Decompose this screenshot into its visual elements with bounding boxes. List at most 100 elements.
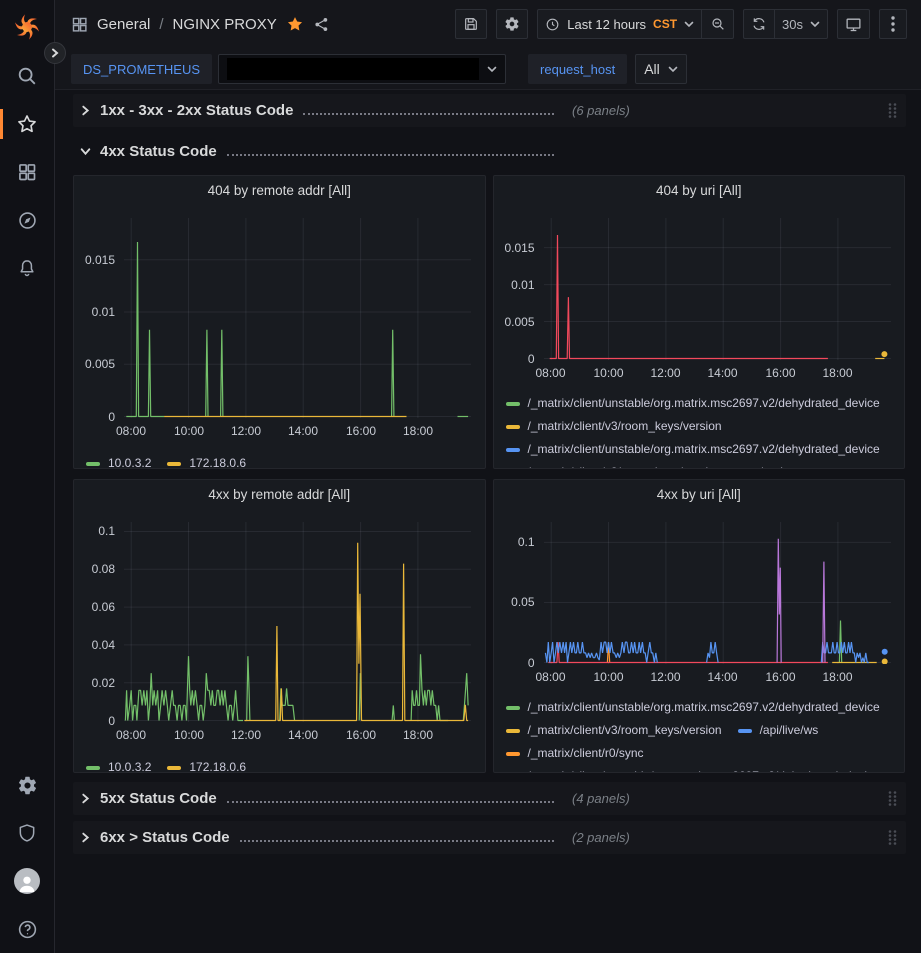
gear-icon xyxy=(17,775,38,796)
y-tick-label: 0.02 xyxy=(92,676,115,690)
legend-item[interactable]: /_matrix/client/unstable/org.matrix.msc2… xyxy=(506,696,880,719)
topbar: General / NGINX PROXY xyxy=(55,0,921,48)
y-axis: 00.0050.010.015 xyxy=(74,218,117,469)
dashboard-title[interactable]: NGINX PROXY xyxy=(173,16,277,33)
legend-color-swatch xyxy=(506,425,520,429)
dashboard-settings-button[interactable] xyxy=(496,9,528,39)
chart-svg xyxy=(544,522,891,664)
variable-label-ds-prometheus[interactable]: DS_PROMETHEUS xyxy=(71,54,212,84)
y-tick-label: 0.005 xyxy=(85,357,115,371)
legend-item[interactable]: 10.0.3.2 xyxy=(86,452,151,469)
legend-color-swatch xyxy=(506,729,520,733)
chevron-down-icon xyxy=(80,146,91,157)
legend-item[interactable]: /_matrix/client/unstable/org.matrix.msc2… xyxy=(506,392,880,415)
legend-item[interactable]: 10.0.3.2 xyxy=(86,756,151,773)
legend-item[interactable]: /_matrix/client/r0/sync xyxy=(506,742,644,765)
chevron-down-icon xyxy=(810,19,820,29)
row-drag-handle[interactable] xyxy=(887,829,898,846)
legend-color-swatch xyxy=(506,752,520,756)
panel-title[interactable]: 404 by remote addr [All] xyxy=(74,176,485,208)
legend-label: 172.18.0.6 xyxy=(189,756,246,773)
share-icon[interactable] xyxy=(313,16,330,33)
variable-label-request-host[interactable]: request_host xyxy=(528,54,627,84)
legend-item[interactable]: 172.18.0.6 xyxy=(167,756,246,773)
y-tick-label: 0.005 xyxy=(504,315,534,329)
legend-item[interactable]: /_matrix/client/unstable/org.matrix.msc2… xyxy=(506,765,880,773)
chart-plot[interactable] xyxy=(544,218,891,360)
legend-label: /_matrix/client/v3/room_keys/version xyxy=(528,415,722,438)
legend-label: /_matrix/client/unstable/org.matrix.msc2… xyxy=(528,392,880,415)
sidebar-item-dashboards[interactable] xyxy=(0,160,55,184)
chart-plot[interactable] xyxy=(124,218,471,418)
panel-title[interactable]: 404 by uri [All] xyxy=(494,176,905,208)
x-tick-label: 18:00 xyxy=(403,728,433,742)
sidebar-item-explore[interactable] xyxy=(0,208,55,232)
chevron-right-icon xyxy=(80,793,91,804)
sidebar-item-profile[interactable] xyxy=(0,869,55,893)
sidebar-item-server-admin[interactable] xyxy=(0,821,55,845)
x-axis: 08:0010:0012:0014:0016:0018:00 xyxy=(544,670,891,686)
refresh-icon xyxy=(751,16,767,32)
dashboards-breadcrumb-icon[interactable] xyxy=(71,16,88,33)
row-panel-count: (6 panels) xyxy=(572,103,630,118)
grafana-logo[interactable] xyxy=(12,12,42,42)
y-axis: 00.020.040.060.080.1 xyxy=(74,522,117,773)
legend-color-swatch xyxy=(86,766,100,770)
y-tick-label: 0.08 xyxy=(92,562,115,576)
tv-mode-button[interactable] xyxy=(837,9,870,39)
time-range-picker[interactable]: Last 12 hours CST xyxy=(537,9,702,39)
legend-item[interactable]: /_matrix/client/v3/room_keys/version xyxy=(506,415,722,438)
breadcrumb: General / NGINX PROXY xyxy=(71,15,330,33)
row-header-1xx-3xx-2xx[interactable]: 1xx - 3xx - 2xx Status Code (6 panels) xyxy=(73,94,906,127)
sidebar-item-starred[interactable] xyxy=(0,112,55,136)
refresh-button[interactable] xyxy=(743,9,775,39)
row-header-6xx[interactable]: 6xx > Status Code (2 panels) xyxy=(73,821,906,854)
chart-plot[interactable] xyxy=(124,522,471,722)
chart-plot[interactable] xyxy=(544,522,891,664)
x-tick-label: 16:00 xyxy=(765,670,795,684)
legend-color-swatch xyxy=(506,402,520,406)
x-tick-label: 10:00 xyxy=(174,424,204,438)
x-tick-label: 08:00 xyxy=(535,366,565,380)
chevron-down-icon xyxy=(487,64,497,74)
legend-item[interactable]: 172.18.0.6 xyxy=(167,452,246,469)
request-host-variable-dropdown[interactable]: All xyxy=(635,54,687,84)
chevron-right-icon xyxy=(50,48,60,58)
sidebar-item-search[interactable] xyxy=(0,64,55,88)
clock-icon xyxy=(545,17,560,32)
row-title: 1xx - 3xx - 2xx Status Code xyxy=(100,102,293,119)
sidebar-item-help[interactable] xyxy=(0,917,55,941)
time-picker-group: Last 12 hours CST xyxy=(537,9,734,39)
save-dashboard-button[interactable] xyxy=(455,9,487,39)
refresh-interval-dropdown[interactable]: 30s xyxy=(775,9,828,39)
expand-sidebar-button[interactable] xyxy=(44,42,66,64)
chart-legend: 10.0.3.2 172.18.0.6 xyxy=(86,756,485,773)
panel-4xx-by-remote-addr: 4xx by remote addr [All] 00.020.040.060.… xyxy=(73,479,486,773)
row-drag-handle[interactable] xyxy=(887,790,898,807)
legend-item[interactable]: /_matrix/client/v3/room_keys/version xyxy=(506,461,722,469)
chevron-down-icon xyxy=(684,19,694,29)
chevron-right-icon xyxy=(80,105,91,116)
kebab-menu-button[interactable] xyxy=(879,9,907,39)
x-tick-label: 18:00 xyxy=(822,670,852,684)
legend-item[interactable]: /api/live/ws xyxy=(738,719,819,742)
row-header-5xx[interactable]: 5xx Status Code (4 panels) xyxy=(73,782,906,815)
legend-item[interactable]: /_matrix/client/unstable/org.matrix.msc2… xyxy=(506,438,880,461)
sidebar-item-configuration[interactable] xyxy=(0,773,55,797)
x-axis: 08:0010:0012:0014:0016:0018:00 xyxy=(544,366,891,382)
legend-item[interactable]: /_matrix/client/v3/room_keys/version xyxy=(506,719,722,742)
row-header-4xx[interactable]: 4xx Status Code xyxy=(73,135,906,168)
datasource-variable-dropdown[interactable] xyxy=(218,54,506,84)
zoom-out-icon xyxy=(710,16,726,32)
sidebar-item-alerting[interactable] xyxy=(0,256,55,280)
legend-item[interactable]: /sw.js xyxy=(738,461,789,469)
breadcrumb-section[interactable]: General xyxy=(97,16,150,33)
compass-icon xyxy=(17,210,38,231)
x-tick-label: 12:00 xyxy=(231,728,261,742)
y-tick-label: 0 xyxy=(528,656,535,670)
panel-title[interactable]: 4xx by remote addr [All] xyxy=(74,480,485,512)
panel-title[interactable]: 4xx by uri [All] xyxy=(494,480,905,512)
row-drag-handle[interactable] xyxy=(887,102,898,119)
zoom-out-button[interactable] xyxy=(702,9,734,39)
favorite-star-icon[interactable] xyxy=(286,15,304,33)
